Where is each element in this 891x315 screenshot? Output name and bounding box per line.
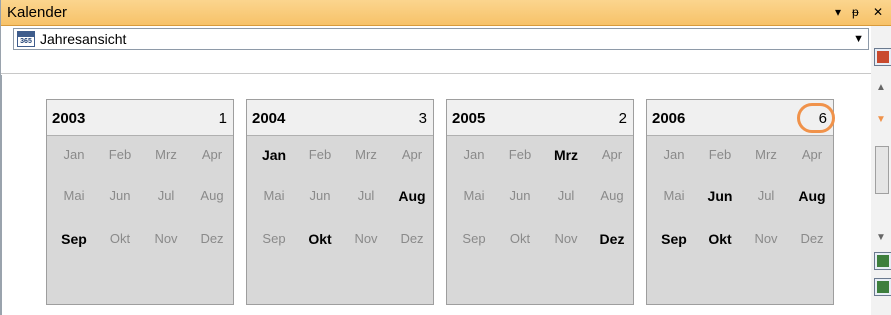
- month-mrz[interactable]: Mrz: [543, 147, 589, 163]
- year-header[interactable]: 2004 3: [247, 100, 433, 136]
- year-card-2004[interactable]: 2004 3 Jan Feb Mrz Apr Mai Jun Jul Aug Sep Okt Nov De…: [246, 99, 434, 305]
- scrollbar-thumb[interactable]: [875, 146, 889, 194]
- month-apr[interactable]: Apr: [789, 147, 835, 162]
- year-view: 2003 1 Jan Feb Mrz Apr Mai Jun Jul Aug Sep Okt Nov De…: [1, 75, 869, 315]
- year-card-2006[interactable]: 2006 6 Jan Feb Mrz Apr Mai Jun Jul Aug Sep Okt Nov De…: [646, 99, 835, 305]
- month-jan[interactable]: Jan: [51, 147, 97, 162]
- view-select[interactable]: 365 Jahresansicht ▼: [13, 28, 869, 50]
- dropdown-menu-icon[interactable]: ▾: [835, 5, 841, 19]
- side-panel: ▲ ▼ ▼: [871, 26, 891, 315]
- month-jun[interactable]: Jun: [97, 188, 143, 203]
- month-dez[interactable]: Dez: [589, 231, 635, 247]
- month-sep[interactable]: Sep: [451, 231, 497, 246]
- month-jul[interactable]: Jul: [543, 188, 589, 203]
- month-jan[interactable]: Jan: [451, 147, 497, 162]
- pin-icon[interactable]: ᵽ: [852, 5, 859, 19]
- year-label: 2006: [652, 110, 686, 127]
- month-aug[interactable]: Aug: [389, 188, 435, 204]
- year-count: 3: [418, 110, 427, 127]
- month-grid: Jan Feb Mrz Apr Mai Jun Jul Aug Sep Okt Nov Dez: [247, 137, 433, 305]
- month-mai[interactable]: Mai: [251, 188, 297, 203]
- month-jan[interactable]: Jan: [651, 147, 697, 162]
- month-dez[interactable]: Dez: [189, 231, 235, 246]
- window-title: Kalender: [7, 4, 68, 21]
- month-dez[interactable]: Dez: [389, 231, 435, 246]
- year-header[interactable]: 2006 6: [647, 100, 835, 136]
- month-sep[interactable]: Sep: [651, 231, 697, 247]
- month-sep[interactable]: Sep: [51, 231, 97, 247]
- month-jun[interactable]: Jun: [497, 188, 543, 203]
- year-label: 2004: [252, 110, 286, 127]
- month-jun[interactable]: Jun: [297, 188, 343, 203]
- month-mai[interactable]: Mai: [51, 188, 97, 203]
- month-feb[interactable]: Feb: [697, 147, 743, 162]
- month-jul[interactable]: Jul: [143, 188, 189, 203]
- month-jun[interactable]: Jun: [697, 188, 743, 204]
- year-count: 1: [218, 110, 227, 127]
- count-highlight-circle: [797, 103, 835, 133]
- month-feb[interactable]: Feb: [497, 147, 543, 162]
- month-nov[interactable]: Nov: [743, 231, 789, 246]
- scroll-arrow-icon: ▼: [876, 114, 886, 125]
- calendar-settings-icon[interactable]: [874, 48, 891, 66]
- calendar-year-icon: 365: [17, 31, 35, 47]
- month-aug[interactable]: Aug: [789, 188, 835, 204]
- month-grid: Jan Feb Mrz Apr Mai Jun Jul Aug Sep Okt Nov Dez: [47, 137, 233, 305]
- year-header[interactable]: 2003 1: [47, 100, 233, 136]
- scroll-up-icon[interactable]: ▲: [876, 82, 886, 93]
- year-card-2005[interactable]: 2005 2 Jan Feb Mrz Apr Mai Jun Jul Aug Sep Okt Nov De…: [446, 99, 634, 305]
- month-dez[interactable]: Dez: [789, 231, 835, 246]
- month-sep[interactable]: Sep: [251, 231, 297, 246]
- view-select-value: Jahresansicht: [40, 31, 127, 47]
- month-mrz[interactable]: Mrz: [143, 147, 189, 162]
- next-icon[interactable]: [874, 278, 891, 296]
- window-titlebar: Kalender ▾ ᵽ ✕: [1, 0, 891, 26]
- month-grid: Jan Feb Mrz Apr Mai Jun Jul Aug Sep Okt Nov Dez: [647, 137, 833, 305]
- month-apr[interactable]: Apr: [589, 147, 635, 162]
- month-jul[interactable]: Jul: [743, 188, 789, 203]
- month-nov[interactable]: Nov: [143, 231, 189, 246]
- year-label: 2005: [452, 110, 486, 127]
- previous-icon[interactable]: [874, 252, 891, 270]
- month-jul[interactable]: Jul: [343, 188, 389, 203]
- month-mai[interactable]: Mai: [451, 188, 497, 203]
- month-okt[interactable]: Okt: [497, 231, 543, 246]
- year-count: 2: [618, 110, 627, 127]
- month-jan[interactable]: Jan: [251, 147, 297, 163]
- month-mai[interactable]: Mai: [651, 188, 697, 203]
- year-label: 2003: [52, 110, 86, 127]
- month-apr[interactable]: Apr: [389, 147, 435, 162]
- calendar-window: Kalender ▾ ᵽ ✕ 365 Jahresansicht ▼ ▲ ▼ ▼…: [0, 0, 891, 315]
- month-okt[interactable]: Okt: [297, 231, 343, 247]
- close-icon[interactable]: ✕: [873, 5, 883, 19]
- month-okt[interactable]: Okt: [97, 231, 143, 246]
- year-header[interactable]: 2005 2: [447, 100, 633, 136]
- month-nov[interactable]: Nov: [343, 231, 389, 246]
- month-mrz[interactable]: Mrz: [343, 147, 389, 162]
- month-aug[interactable]: Aug: [189, 188, 235, 203]
- month-grid: Jan Feb Mrz Apr Mai Jun Jul Aug Sep Okt Nov Dez: [447, 137, 633, 305]
- scroll-down-icon[interactable]: ▼: [876, 232, 886, 243]
- month-nov[interactable]: Nov: [543, 231, 589, 246]
- calendar-icon-number: 365: [20, 38, 32, 45]
- month-feb[interactable]: Feb: [297, 147, 343, 162]
- month-okt[interactable]: Okt: [697, 231, 743, 247]
- month-mrz[interactable]: Mrz: [743, 147, 789, 162]
- month-feb[interactable]: Feb: [97, 147, 143, 162]
- toolbar: 365 Jahresansicht ▼: [1, 26, 891, 74]
- month-apr[interactable]: Apr: [189, 147, 235, 162]
- chevron-down-icon[interactable]: ▼: [853, 33, 864, 45]
- month-aug[interactable]: Aug: [589, 188, 635, 203]
- year-card-2003[interactable]: 2003 1 Jan Feb Mrz Apr Mai Jun Jul Aug Sep Okt Nov De…: [46, 99, 234, 305]
